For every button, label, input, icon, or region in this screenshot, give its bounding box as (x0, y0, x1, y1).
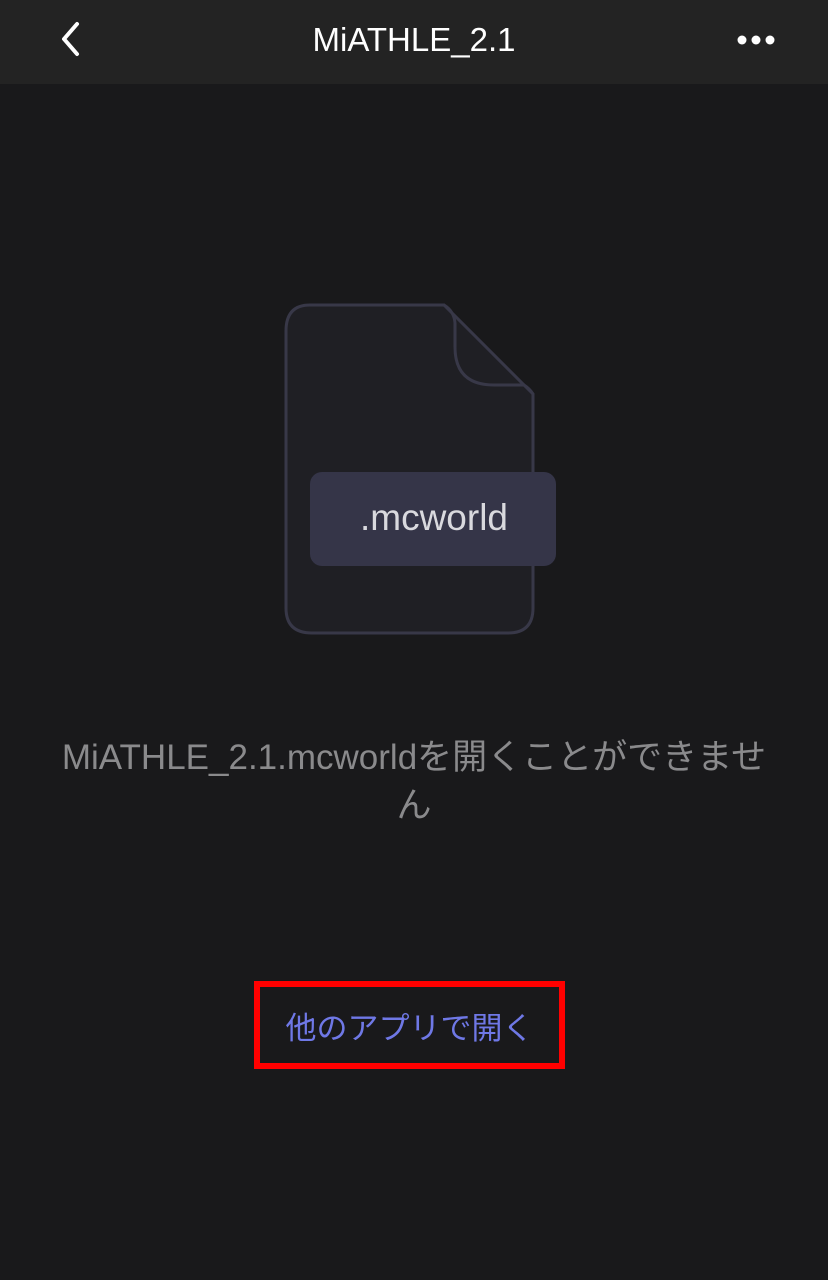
navigation-bar: MiATHLE_2.1 (0, 0, 828, 84)
page-title: MiATHLE_2.1 (312, 21, 516, 58)
error-message: MiATHLE_2.1.mcworldを開くことができません (61, 738, 767, 825)
document-icon (284, 303, 556, 635)
open-with-other-app-label: 他のアプリで開く (285, 1010, 534, 1047)
more-options-button[interactable] (730, 22, 782, 58)
file-extension-label: .mcworld (359, 497, 509, 538)
open-with-other-app-button[interactable]: 他のアプリで開く (254, 981, 565, 1069)
ellipsis-icon (737, 35, 775, 45)
